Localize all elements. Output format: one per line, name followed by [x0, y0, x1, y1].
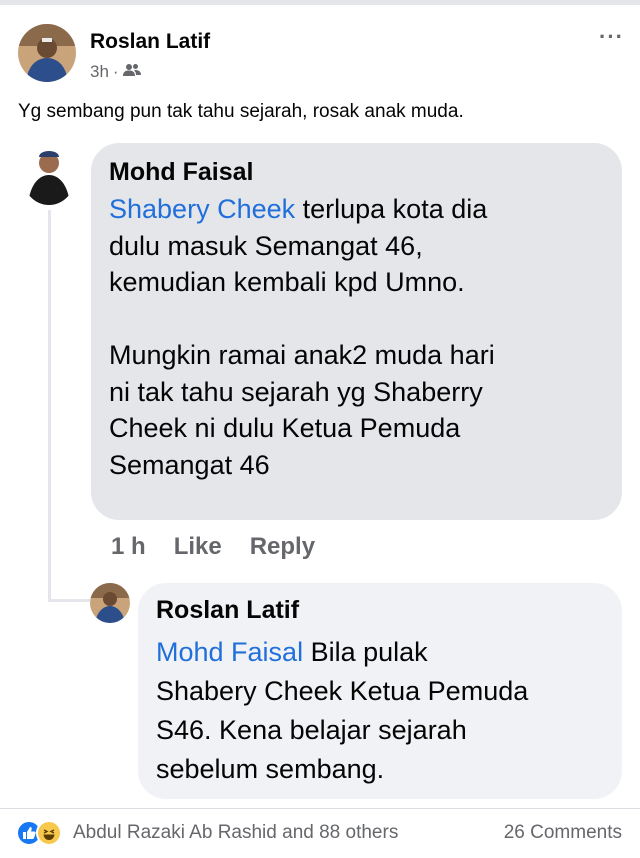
more-options-button[interactable]: ··· [599, 26, 624, 48]
post-author-name[interactable]: Roslan Latif [90, 30, 210, 54]
post-meta: 3h · [90, 62, 141, 82]
top-divider [0, 0, 640, 5]
post-time[interactable]: 3h [90, 62, 109, 82]
reply-mention-link[interactable]: Mohd Faisal [156, 637, 303, 667]
comment-author-name[interactable]: Mohd Faisal [109, 157, 604, 187]
thread-connector-hook [48, 599, 90, 602]
post-text: Yg sembang pun tak tahu sejarah, rosak a… [18, 101, 464, 122]
post-author-avatar[interactable] [18, 24, 76, 82]
meta-separator: · [112, 62, 119, 81]
thread-connector-line [48, 210, 51, 602]
reply-author-name[interactable]: Roslan Latif [156, 595, 604, 625]
comment-time[interactable]: 1 h [111, 533, 146, 561]
comments-count[interactable]: 26 Comments [504, 822, 622, 844]
comment-text: Shabery Cheek terlupa kota dia dulu masu… [109, 191, 604, 483]
reaction-icons[interactable] [16, 820, 62, 846]
reactors-summary[interactable]: Abdul Razaki Ab Rashid and 88 others [73, 822, 398, 844]
like-button[interactable]: Like [174, 533, 222, 561]
haha-icon [36, 820, 62, 846]
comment-author-avatar[interactable] [22, 145, 76, 205]
comment-mention-link[interactable]: Shabery Cheek [109, 194, 295, 224]
reply-button[interactable]: Reply [250, 533, 315, 561]
reply-text: Mohd Faisal Bila pulak Shabery Cheek Ket… [156, 633, 604, 789]
comment-body: terlupa kota dia dulu masuk Semangat 46,… [109, 194, 495, 480]
reply-author-avatar[interactable] [90, 583, 130, 623]
reply-bubble: Roslan Latif Mohd Faisal Bila pulak Shab… [138, 583, 622, 799]
comment-actions: 1 h Like Reply [111, 533, 315, 561]
footer-divider [0, 808, 640, 809]
friends-icon [122, 62, 141, 82]
comment-bubble: Mohd Faisal Shabery Cheek terlupa kota d… [91, 143, 622, 520]
